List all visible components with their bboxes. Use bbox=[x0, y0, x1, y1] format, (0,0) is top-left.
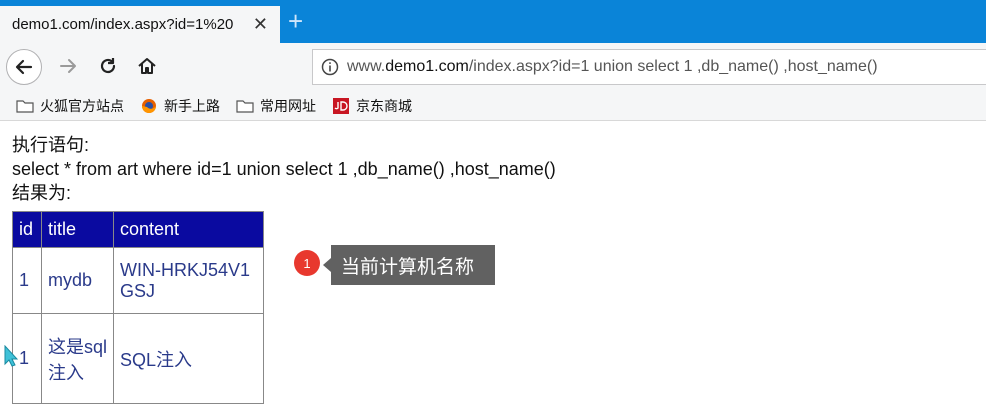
table-cell: 这是sql注入 bbox=[41, 313, 114, 404]
url-path: /index.aspx?id=1 union select 1 ,db_name… bbox=[468, 58, 878, 75]
url-text[interactable]: www.demo1.com/index.aspx?id=1 union sele… bbox=[347, 58, 878, 76]
arrow-right-icon bbox=[60, 59, 76, 73]
tab-strip: demo1.com/index.aspx?id=1%20 ✕ + bbox=[0, 0, 986, 43]
info-icon[interactable] bbox=[313, 58, 347, 76]
page-content: 执行语句: select * from art where id=1 union… bbox=[12, 133, 556, 205]
bookmarks-toolbar: 火狐官方站点 新手上路 常用网址 京东商城 bbox=[0, 91, 986, 121]
reload-button[interactable] bbox=[95, 53, 121, 79]
result-label: 结果为: bbox=[12, 183, 72, 203]
close-icon[interactable]: ✕ bbox=[253, 15, 268, 33]
result-table: id title content 1 mydb WIN-HRKJ54V1GSJ … bbox=[12, 211, 264, 404]
bookmark-label: 京东商城 bbox=[356, 97, 412, 114]
bookmark-label: 新手上路 bbox=[164, 97, 220, 114]
reload-icon bbox=[100, 58, 116, 74]
sql-statement: select * from art where id=1 union selec… bbox=[12, 159, 556, 179]
bookmark-item[interactable]: 新手上路 bbox=[140, 96, 220, 116]
bookmark-label: 常用网址 bbox=[260, 97, 316, 114]
forward-button[interactable] bbox=[55, 53, 81, 79]
bookmark-item[interactable]: 京东商城 bbox=[332, 96, 412, 116]
table-cell: mydb bbox=[41, 247, 114, 314]
tab-title: demo1.com/index.aspx?id=1%20 bbox=[12, 16, 234, 33]
tab-active[interactable]: demo1.com/index.aspx?id=1%20 ✕ bbox=[0, 4, 280, 43]
annotation-badge: 1 bbox=[294, 250, 320, 276]
bookmark-item[interactable]: 常用网址 bbox=[236, 96, 316, 116]
url-prefix: www. bbox=[347, 58, 386, 75]
column-header: content bbox=[113, 211, 264, 248]
mouse-cursor-icon bbox=[4, 345, 18, 367]
jd-icon bbox=[332, 97, 350, 114]
back-button[interactable] bbox=[6, 49, 42, 85]
table-cell: 1 bbox=[12, 247, 42, 314]
table-cell: SQL注入 bbox=[113, 313, 264, 404]
navigation-bar: www.demo1.com/index.aspx?id=1 union sele… bbox=[0, 43, 986, 91]
url-host: demo1.com bbox=[385, 58, 469, 75]
home-icon bbox=[138, 58, 156, 74]
table-row: 1 mydb WIN-HRKJ54V1GSJ bbox=[12, 247, 264, 314]
bookmark-item[interactable]: 火狐官方站点 bbox=[16, 96, 124, 116]
bookmark-label: 火狐官方站点 bbox=[40, 97, 124, 114]
url-bar[interactable]: www.demo1.com/index.aspx?id=1 union sele… bbox=[312, 49, 986, 85]
arrow-left-icon bbox=[15, 59, 33, 75]
home-button[interactable] bbox=[134, 53, 160, 79]
table-row: 1 这是sql注入 SQL注入 bbox=[12, 313, 264, 404]
new-tab-button[interactable]: + bbox=[288, 8, 303, 34]
table-cell: WIN-HRKJ54V1GSJ bbox=[113, 247, 264, 314]
column-header: title bbox=[41, 211, 114, 248]
annotation-tooltip: 当前计算机名称 bbox=[323, 245, 495, 285]
statement-label: 执行语句: bbox=[12, 135, 90, 155]
folder-icon bbox=[16, 98, 34, 114]
folder-icon bbox=[236, 98, 254, 114]
firefox-icon bbox=[140, 98, 158, 114]
table-header-row: id title content bbox=[12, 211, 264, 248]
column-header: id bbox=[12, 211, 42, 248]
